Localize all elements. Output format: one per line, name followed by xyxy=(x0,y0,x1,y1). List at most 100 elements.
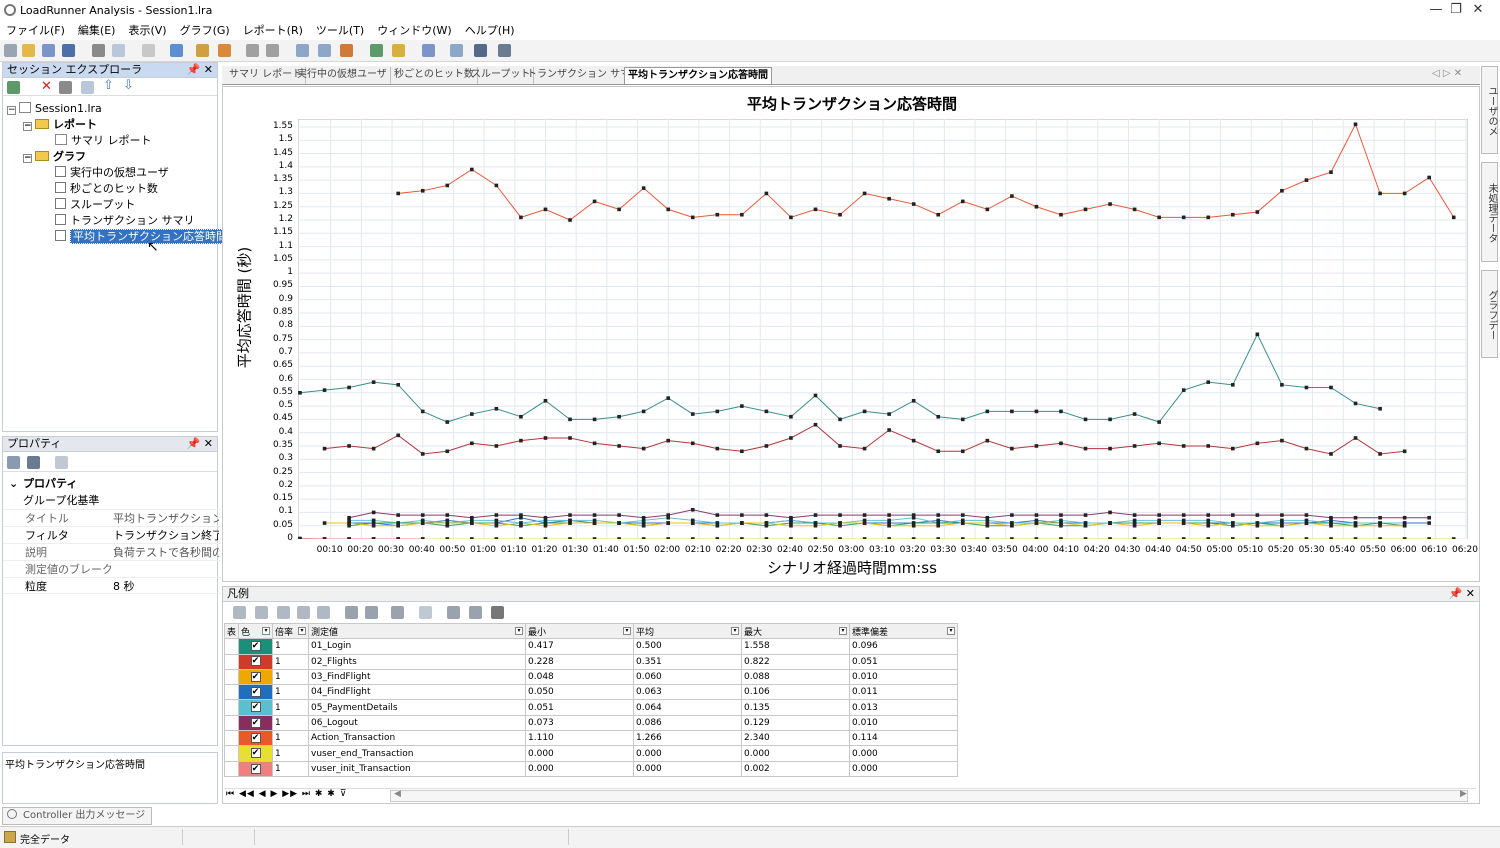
visibility-checkbox[interactable]: ✔ xyxy=(250,748,261,759)
move-up-icon[interactable]: ⇧ xyxy=(103,78,114,93)
controller-output-tab[interactable]: Controller 出力メッセージ xyxy=(2,807,152,825)
menu-file[interactable]: ファイル(F) xyxy=(0,22,72,38)
menu-graph[interactable]: グラフ(G) xyxy=(174,22,237,38)
side-tab-raw-data[interactable]: 未処理データ xyxy=(1481,162,1498,262)
scroll-left-icon[interactable]: ◀ xyxy=(394,789,401,799)
legend-color-cell[interactable]: ✔ xyxy=(238,730,274,747)
legend-row[interactable]: ✔ 1 06_Logout 0.073 0.086 0.129 0.010 xyxy=(223,714,959,732)
columns-icon[interactable] xyxy=(419,606,432,619)
tree-folder-reports[interactable]: − レポート xyxy=(23,117,97,133)
close-button[interactable]: ✕ xyxy=(1458,0,1498,22)
set-granularity-icon[interactable] xyxy=(318,44,331,57)
tree-item-graph[interactable]: 実行中の仮想ユーザ xyxy=(55,165,169,181)
link-icon[interactable] xyxy=(297,606,310,619)
record-navigation-icons[interactable]: ⏮ ◀◀ ◀ ▶ ▶▶ ⏭ ✱ ✱ ⊽ xyxy=(226,789,347,799)
show-all-icon[interactable] xyxy=(233,606,246,619)
sort-az-icon[interactable] xyxy=(27,456,40,469)
legend-scale-cell[interactable]: 1 xyxy=(272,653,310,670)
collapse-icon[interactable]: − xyxy=(23,122,32,131)
group-icon[interactable] xyxy=(391,606,404,619)
compare-icon[interactable] xyxy=(392,44,405,57)
open-icon[interactable] xyxy=(22,44,35,57)
visibility-checkbox[interactable]: ✔ xyxy=(250,641,261,652)
legend-show-cell[interactable] xyxy=(223,653,240,670)
legend-show-cell[interactable] xyxy=(223,714,240,732)
dropdown-arrow-icon[interactable]: ▾ xyxy=(947,627,956,635)
col-header-show[interactable]: 表 xyxy=(223,622,240,640)
property-row-title[interactable]: タイトル 平均トランザクション応答時間 xyxy=(3,509,221,526)
panel-pin-close[interactable]: 📌 ✕ xyxy=(1449,587,1475,601)
save-icon[interactable] xyxy=(62,44,75,57)
menu-view[interactable]: 表示(V) xyxy=(122,22,173,38)
dropdown-arrow-icon[interactable]: ▾ xyxy=(731,627,740,635)
property-value[interactable]: 平均トランザクション応答時間 xyxy=(113,510,219,527)
legend-scale-cell[interactable]: 1 xyxy=(272,699,310,716)
visibility-checkbox[interactable]: ✔ xyxy=(250,763,261,774)
visibility-checkbox[interactable]: ✔ xyxy=(250,702,261,713)
delete-icon[interactable]: ✕ xyxy=(41,79,52,94)
dropdown-arrow-icon[interactable]: ▾ xyxy=(623,627,632,635)
grid-icon[interactable] xyxy=(491,606,504,619)
legend-color-cell[interactable]: ✔ xyxy=(238,760,274,777)
tab-running-vusers[interactable]: 実行中の仮想ユーザ xyxy=(294,67,391,84)
side-tab-graph-data[interactable]: グラフデー xyxy=(1481,270,1498,358)
legend-color-cell[interactable]: ✔ xyxy=(238,684,274,701)
legend-scale-cell[interactable]: 1 xyxy=(272,730,310,747)
property-row-description[interactable]: 説明 負荷テストで各秒間のトランザクション xyxy=(3,543,221,560)
menu-tools[interactable]: ツール(T) xyxy=(310,22,371,38)
show-only-selected-icon[interactable] xyxy=(277,606,290,619)
collapse-icon[interactable]: − xyxy=(7,106,16,115)
tree-item-graph[interactable]: トランザクション サマリ xyxy=(55,213,195,229)
legend-color-cell[interactable]: ✔ xyxy=(238,653,274,670)
expand-icon[interactable] xyxy=(447,606,460,619)
filter-icon[interactable] xyxy=(317,606,330,619)
tree-root[interactable]: − Session1.lra xyxy=(7,101,102,117)
legend-row[interactable]: ✔ 1 05_PaymentDetails 0.051 0.064 0.135 0.013 xyxy=(223,699,959,716)
menu-report[interactable]: レポート(R) xyxy=(237,22,310,38)
legend-show-cell[interactable] xyxy=(223,760,240,777)
property-value[interactable]: 8 秒 xyxy=(113,578,219,595)
legend-row[interactable]: ✔ 1 vuser_init_Transaction 0.000 0.000 0.002 0… xyxy=(223,760,959,777)
report-icon[interactable] xyxy=(422,44,435,57)
legend-scale-cell[interactable]: 1 xyxy=(272,745,310,762)
scroll-right-icon[interactable]: ▶ xyxy=(1460,789,1467,799)
legend-color-cell[interactable]: ✔ xyxy=(238,745,274,762)
export-icon[interactable] xyxy=(112,44,125,57)
export-icon[interactable] xyxy=(365,606,378,619)
duplicate-icon[interactable] xyxy=(81,81,94,94)
filter-icon[interactable] xyxy=(170,44,183,57)
properties-toggle-icon[interactable] xyxy=(498,44,511,57)
add-item-icon[interactable] xyxy=(7,81,20,94)
legend-toggle-icon[interactable] xyxy=(474,44,487,57)
legend-scale-cell[interactable]: 1 xyxy=(272,638,310,655)
tree-item-summary-report[interactable]: サマリ レポート xyxy=(55,133,152,149)
property-pages-icon[interactable] xyxy=(55,456,68,469)
tab-scroll-arrows[interactable]: ◁ ▷ ✕ xyxy=(1432,68,1462,79)
legend-color-cell[interactable]: ✔ xyxy=(238,668,274,686)
legend-row[interactable]: ✔ 1 04_FindFlight 0.050 0.063 0.106 0.011 xyxy=(223,684,959,701)
legend-row[interactable]: ✔ 1 vuser_end_Transaction 0.000 0.000 0.000 0.… xyxy=(223,745,959,762)
legend-show-cell[interactable] xyxy=(223,699,240,716)
move-down-icon[interactable]: ⇩ xyxy=(123,78,134,93)
visibility-checkbox[interactable]: ✔ xyxy=(250,687,261,698)
visibility-checkbox[interactable]: ✔ xyxy=(250,656,261,667)
legend-color-cell[interactable]: ✔ xyxy=(238,714,274,732)
collapse-icon[interactable]: − xyxy=(23,154,32,163)
col-header-color[interactable]: 色 ▾ xyxy=(238,622,274,640)
horizontal-scrollbar[interactable] xyxy=(390,790,1468,802)
legend-scale-cell[interactable]: 1 xyxy=(272,714,310,732)
menu-window[interactable]: ウィンドウ(W) xyxy=(371,22,458,38)
col-header-std[interactable]: 標準偏差 ▾ xyxy=(849,622,959,640)
redo-icon[interactable] xyxy=(266,44,279,57)
print-icon[interactable] xyxy=(92,44,105,57)
legend-row[interactable]: ✔ 1 Action_Transaction 1.110 1.266 2.340 0.114 xyxy=(223,730,959,747)
dropdown-arrow-icon[interactable]: ▾ xyxy=(262,627,271,635)
property-row-breakdown[interactable]: 測定値のブレークダウン xyxy=(3,560,221,577)
legend-scale-cell[interactable]: 1 xyxy=(272,760,310,777)
legend-color-cell[interactable]: ✔ xyxy=(238,699,274,716)
visibility-checkbox[interactable]: ✔ xyxy=(250,671,261,682)
dropdown-arrow-icon[interactable]: ▾ xyxy=(515,627,524,635)
layout-icon[interactable] xyxy=(450,44,463,57)
legend-scale-cell[interactable]: 1 xyxy=(272,668,310,686)
import-icon[interactable] xyxy=(42,44,55,57)
